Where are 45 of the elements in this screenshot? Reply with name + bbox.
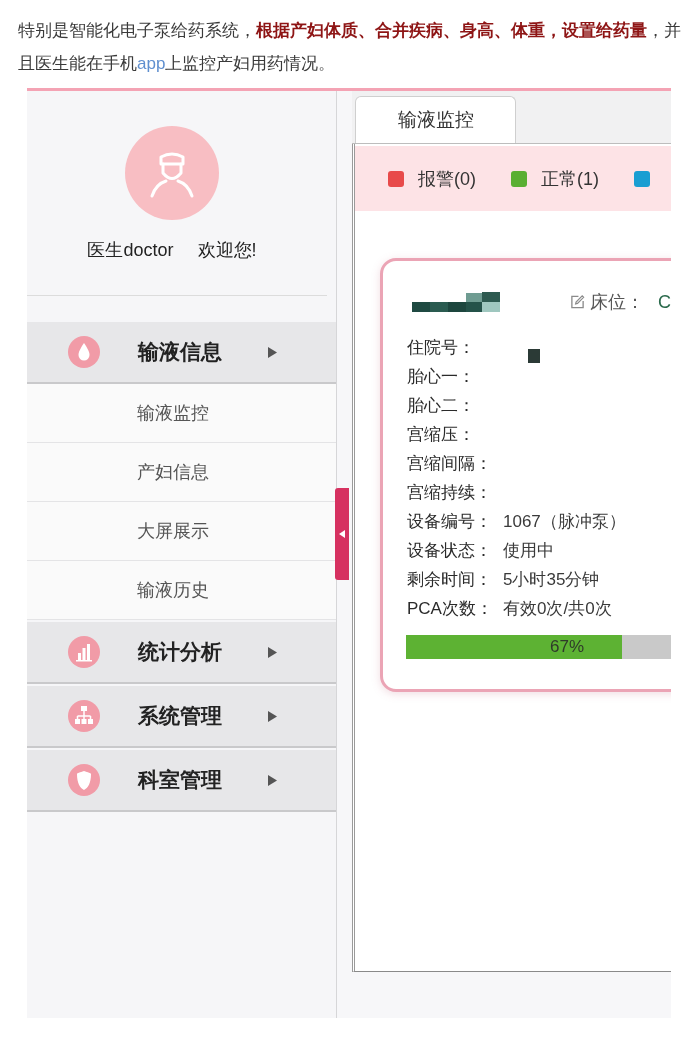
bed-value: C [658,291,671,313]
collapse-handle[interactable] [335,488,349,580]
field-label: PCA次数： [406,598,494,620]
shield-icon [68,764,100,796]
menu-group-header[interactable]: 科室管理 [27,750,336,812]
greeting-text: 欢迎您! [197,239,257,262]
caret-right-icon [268,346,277,358]
avatar-icon [125,126,219,220]
mosaic-icon [412,292,500,312]
field-value: 1067（脉冲泵） [503,511,626,533]
field-label: 设备状态： [406,540,493,562]
submenu-item[interactable]: 产妇信息 [27,443,336,502]
field-label: 住院号： [406,337,476,359]
field-label: 宫缩压： [406,424,476,446]
field-label: 胎心二： [406,395,476,417]
field-label: 宫缩持续： [406,482,493,504]
submenu-item[interactable]: 输液监控 [27,384,336,443]
user-name: 医生doctor [87,239,174,262]
field-value: 5小时35分钟 [503,569,600,591]
field-label: 设备编号： [406,511,493,533]
bar-chart-icon [68,636,100,668]
menu-group-header[interactable]: 系统管理 [27,686,336,748]
submenu-item[interactable]: 输液历史 [27,561,336,620]
field-value: 有效0次/共0次 [503,598,612,620]
hierarchy-icon [68,700,100,732]
legend-label: 报警(0) [418,167,476,191]
legend-label: 正常(1) [541,167,599,191]
submenu-item[interactable]: 大屏展示 [27,502,336,561]
caret-right-icon [268,646,277,658]
field-label: 宫缩间隔： [406,453,493,475]
mosaic-icon [528,349,540,363]
caret-left-icon [339,530,345,538]
intro-paragraph: 特别是智能化电子泵给药系统，根据产妇体质、合并疾病、身高、体重，设置给药量，并且医生能在手机app上监控产妇用药情况。 [17,20,682,75]
caret-right-icon [268,774,277,786]
menu-group-header[interactable]: 输液信息 [27,322,336,384]
field-label: 胎心一： [406,366,476,388]
bed-label: 床位： [590,291,644,314]
caret-right-icon [268,710,277,722]
field-label: 剩余时间： [406,569,493,591]
progress-label: 67% [550,636,584,658]
drop-icon [68,336,100,368]
edit-icon[interactable] [570,294,585,310]
tab[interactable]: 输液监控 [355,96,516,143]
field-value: 使用中 [503,540,554,562]
menu-group-header[interactable]: 统计分析 [27,622,336,684]
